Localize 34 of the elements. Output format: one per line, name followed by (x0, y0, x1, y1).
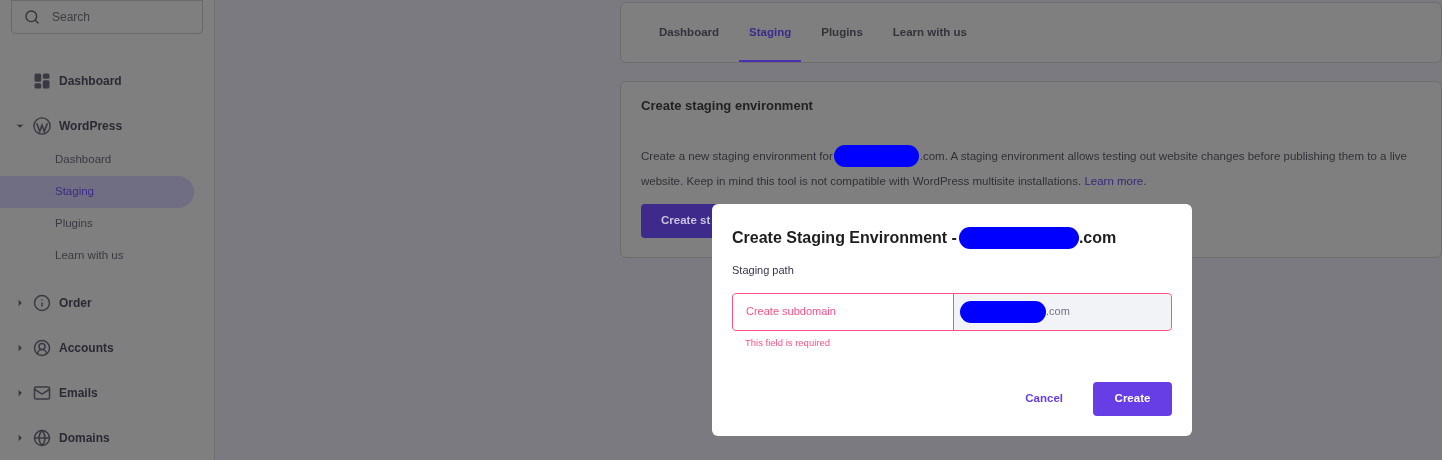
error-message: This field is required (745, 335, 831, 350)
mail-icon (33, 383, 51, 402)
sidebar-subitem[interactable]: Learn with us (0, 240, 194, 272)
sidebar-item[interactable]: Dashboard (0, 58, 214, 103)
wordpress-icon (33, 116, 51, 135)
caret-icon (15, 297, 25, 308)
tab[interactable]: Dashboard (649, 3, 730, 62)
card-title: Create staging environment (641, 97, 814, 115)
cancel-button[interactable]: Cancel (1015, 382, 1073, 416)
caret-icon (15, 342, 25, 353)
staging-path-field[interactable]: Create subdomain .com (732, 292, 1172, 331)
sidebar-item[interactable]: Order (0, 280, 214, 325)
search-icon (24, 9, 40, 25)
caret-icon (15, 387, 25, 398)
sidebar-subitem[interactable]: Staging (0, 176, 194, 208)
caret-icon (15, 432, 25, 443)
search-box[interactable]: Search (11, 0, 203, 34)
search-field[interactable]: Search (52, 1, 202, 33)
sidebar-item[interactable]: Domains (0, 415, 214, 460)
domain-suffix: .com (1046, 304, 1070, 320)
globe-icon (33, 428, 51, 447)
learn-more-link[interactable]: Learn more (1084, 174, 1144, 187)
tab[interactable]: Staging (739, 3, 802, 62)
dashboard-icon (33, 71, 51, 90)
info-icon (33, 293, 51, 312)
field-label: Staging path (732, 263, 795, 278)
sidebar-subitem[interactable]: Plugins (0, 208, 194, 240)
sidebar-item[interactable]: Emails (0, 370, 214, 415)
tab[interactable]: Learn with us (882, 3, 977, 62)
card-description: Create a new staging environment for .com. A staging environment allows testing out website changes before publishing them to a live website. Keep in mind this tool is not compatible with WordPress multisite installations. Learn more. (641, 143, 1421, 194)
tab[interactable]: Plugins (811, 3, 873, 62)
create-button[interactable]: Create (1093, 382, 1172, 416)
account-icon (33, 338, 51, 357)
sidebar-item[interactable]: Accounts (0, 325, 214, 370)
